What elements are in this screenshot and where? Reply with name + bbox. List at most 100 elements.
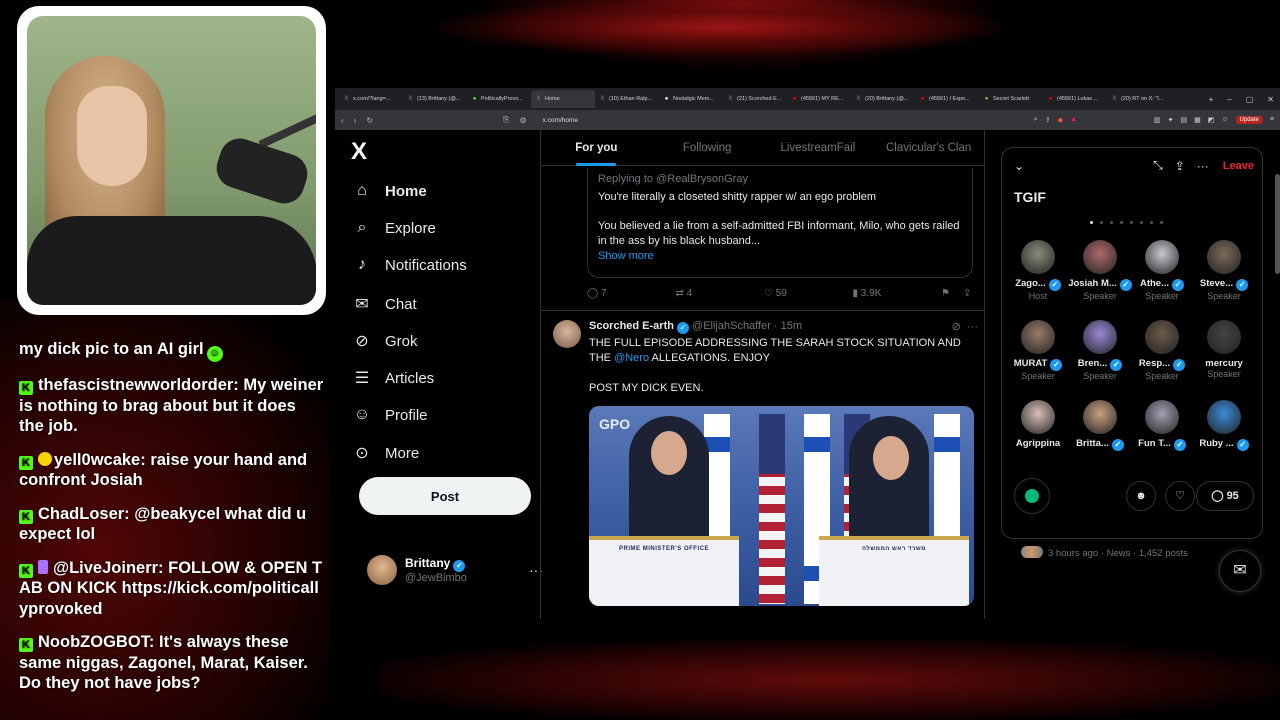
people-button[interactable]: ☻ — [1126, 481, 1156, 511]
reload-icon[interactable]: ↻ — [366, 116, 373, 125]
more-dots-icon[interactable]: ··· — [1197, 159, 1209, 173]
space-speaker[interactable]: Ruby ... ✓ — [1192, 400, 1256, 451]
browser-tab[interactable]: X (20) Brittany (@... — [851, 90, 915, 108]
nav-item-articles[interactable]: ☰ Articles — [353, 368, 434, 388]
share-post-icon[interactable]: ⇪ — [963, 288, 973, 299]
nav-item-chat[interactable]: ✉ Chat — [353, 294, 416, 314]
close-window-icon[interactable]: ✕ — [1267, 95, 1274, 104]
nav-item-explore[interactable]: ⌕ Explore — [353, 219, 436, 237]
show-more-link[interactable]: Show more — [598, 249, 962, 264]
browser-tab[interactable]: X (13) Brittany (@... — [403, 90, 467, 108]
mic-button[interactable] — [1014, 478, 1050, 514]
space-speaker[interactable]: Fun T... ✓ — [1130, 400, 1194, 451]
space-speaker[interactable]: Josiah M... ✓ Speaker — [1068, 240, 1132, 301]
like-button[interactable]: ♡ 59 — [764, 288, 853, 299]
leave-button[interactable]: Leave — [1223, 160, 1254, 172]
tab-clavicular-clan[interactable]: Clavicular's Clan — [873, 142, 984, 154]
profile-icon[interactable]: ☺ — [1221, 116, 1228, 124]
chat-message: K NoobZOGBOT: It's always these same nigg… — [19, 632, 324, 694]
nav-item-grok[interactable]: ⊘ Grok — [353, 331, 417, 351]
browser-tab-label: (45561) MY RE... — [801, 96, 844, 102]
browser-tab[interactable]: ● (45561) Lukas ... — [1043, 90, 1107, 108]
browser-tab[interactable]: X (21) Scorched E... — [723, 90, 787, 108]
browser-tab[interactable]: ● (45561) I Expo... — [915, 90, 979, 108]
update-button[interactable]: Update — [1235, 116, 1263, 124]
maximize-icon[interactable]: ▢ — [1246, 95, 1254, 104]
chat-username[interactable]: thefascistnewworldorder: — [38, 376, 239, 394]
chevron-down-icon[interactable]: ⌄ — [1014, 159, 1024, 173]
url-field[interactable]: x.com/home — [543, 117, 578, 124]
post-button[interactable]: Post — [359, 477, 531, 515]
nav-item-more[interactable]: ⊙ More — [353, 443, 419, 463]
quoted-post[interactable]: Replying to @RealBrysonGray You're liter… — [587, 168, 973, 278]
post-media-image[interactable]: GPO PRIME MINISTER'S OFFICE משרד ראש הממ… — [589, 406, 974, 606]
tab-following[interactable]: Following — [652, 142, 763, 154]
grok-post-icon[interactable]: ⊘ — [952, 321, 961, 333]
reader-icon[interactable]: ▤ — [1181, 116, 1188, 124]
tabs-icon[interactable]: ▦ — [1194, 116, 1201, 124]
space-speaker[interactable]: Resp... ✓ Speaker — [1130, 320, 1194, 381]
back-icon[interactable]: ‹ — [341, 116, 344, 125]
nav-item-home[interactable]: ⌂ Home — [353, 182, 427, 200]
browser-tab[interactable]: ● Secret Scarlett — [979, 90, 1043, 108]
space-speaker[interactable]: Agrippina — [1006, 400, 1070, 449]
chat-username[interactable]: @LiveJoinerr: — [53, 559, 164, 577]
replies-button[interactable]: ◯ 95 — [1196, 481, 1254, 511]
minimize-space-icon[interactable]: ⤡ — [1153, 158, 1163, 173]
chat-username[interactable]: NoobZOGBOT: — [38, 633, 154, 651]
browser-tab[interactable]: X Home — [531, 90, 595, 108]
browser-tab[interactable]: Xx.com/?lang=... — [339, 90, 403, 108]
trend-item[interactable]: 3 hours ago · News · 1,452 posts — [1021, 546, 1188, 559]
menu-icon[interactable]: ≡ — [1270, 116, 1274, 124]
post-author-handle[interactable]: @ElijahSchaffer · 15m — [692, 320, 802, 332]
space-speaker[interactable]: Zago... ✓ Host — [1006, 240, 1070, 301]
avatar[interactable] — [553, 320, 581, 348]
wallet-icon[interactable]: ◩ — [1208, 116, 1215, 124]
speaker-name-text: Agrippina — [1015, 438, 1061, 449]
post-author-name[interactable]: Scorched E-arth — [589, 320, 674, 332]
space-speaker[interactable]: mercury Speaker — [1192, 320, 1256, 379]
browser-tab[interactable]: X (20) RT on X: "I... — [1107, 90, 1171, 108]
tab-livestreamfail[interactable]: LivestreamFail — [763, 142, 874, 154]
space-speaker[interactable]: MURAT ✓ Speaker — [1006, 320, 1070, 381]
browser-tab[interactable]: X (10) Ethan Ralp... — [595, 90, 659, 108]
page-scrollbar[interactable] — [1275, 174, 1280, 274]
brave-shield-icon[interactable]: ◆ — [1058, 116, 1063, 124]
rewards-icon[interactable]: ▲ — [1070, 116, 1077, 124]
site-info-icon[interactable]: ⚙ — [519, 116, 526, 125]
browser-tab[interactable]: ● PoliticallyProvo... — [467, 90, 531, 108]
mention-link[interactable]: @Nero — [614, 352, 649, 364]
new-tab-icon[interactable]: + — [1209, 95, 1214, 104]
kick-badge-icon: K — [19, 381, 33, 395]
space-speaker[interactable]: Steve... ✓ Speaker — [1192, 240, 1256, 301]
account-switcher[interactable]: Brittany ✓ @JewBimbo ··· — [367, 555, 543, 585]
repost-button[interactable]: ⇄ 4 — [676, 288, 765, 299]
nav-item-notifications[interactable]: ♪ Notifications — [353, 256, 467, 274]
messages-button[interactable]: ✉ — [1219, 550, 1261, 592]
share-space-icon[interactable]: ⇪ — [1175, 159, 1185, 173]
view-count: 3.9K — [860, 288, 882, 299]
bookmark-post-icon[interactable]: ⚑ — [941, 288, 963, 299]
chat-username[interactable]: yell0wcake: — [54, 451, 146, 469]
browser-tab[interactable]: ● (45561) MY RE... — [787, 90, 851, 108]
reply-button[interactable]: ◯ 7 — [587, 288, 676, 299]
more-dots-icon[interactable]: ··· — [967, 321, 978, 333]
chat-username[interactable]: ChadLoser: — [38, 505, 130, 523]
zoom-icon[interactable]: ⌕ — [1034, 116, 1038, 124]
react-button[interactable]: ♡ — [1165, 481, 1195, 511]
space-speaker[interactable]: Athe... ✓ Speaker — [1130, 240, 1194, 301]
space-speaker[interactable]: Bren... ✓ Speaker — [1068, 320, 1132, 381]
share-icon[interactable]: ⇪ — [1045, 116, 1051, 124]
nav-item-profile[interactable]: ☺ Profile — [353, 406, 428, 424]
browser-tab[interactable]: ● Nostalgic Mem... — [659, 90, 723, 108]
views-button[interactable]: ▮ 3.9K — [853, 288, 942, 299]
x-logo-icon[interactable]: X — [351, 138, 367, 166]
space-speaker[interactable]: Britta... ✓ — [1068, 400, 1132, 451]
tab-for-you[interactable]: For you — [541, 142, 652, 166]
sidebar-icon[interactable]: ▥ — [1154, 116, 1161, 124]
bookmark-icon[interactable]: ⎘ — [503, 115, 509, 125]
speaker-role: Speaker — [1145, 291, 1179, 301]
forward-icon[interactable]: › — [354, 116, 357, 125]
minimize-icon[interactable]: – — [1227, 95, 1231, 104]
extensions-icon[interactable]: ✦ — [1168, 116, 1174, 124]
